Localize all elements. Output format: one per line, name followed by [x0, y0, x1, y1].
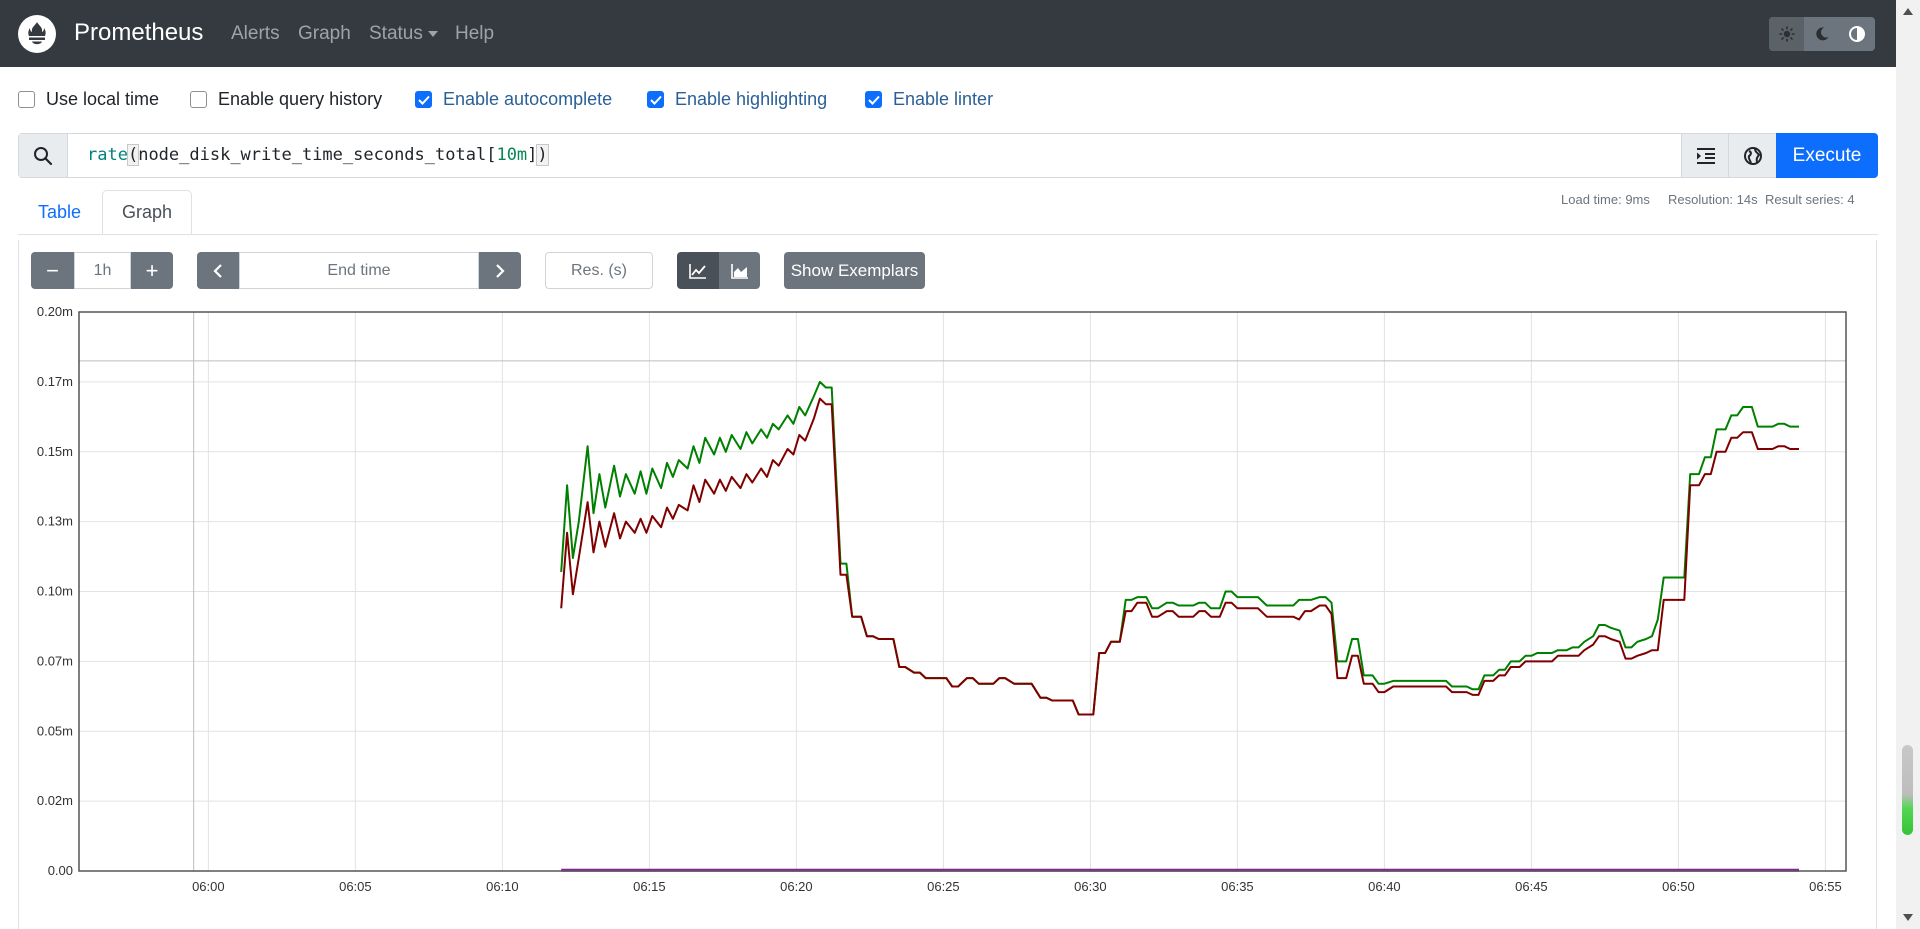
stacked-chart-button[interactable]: [719, 252, 760, 289]
x-tick-label: 06:25: [927, 879, 960, 894]
series-line-1: [560, 397, 1799, 716]
tabs-divider: [18, 234, 1878, 235]
chevron-right-icon: [496, 263, 505, 278]
scrollbar-thumb[interactable]: [1902, 745, 1913, 835]
nav-link-status[interactable]: Status: [369, 23, 438, 45]
option-enable-query-history[interactable]: Enable query history: [190, 89, 382, 110]
moon-icon: [1816, 27, 1829, 41]
y-tick-label: 0.15m: [37, 444, 73, 459]
theme-auto-button[interactable]: [1840, 17, 1875, 51]
chevron-left-icon: [213, 263, 222, 278]
result-series-stat: Result series: 4: [1765, 192, 1855, 207]
tab-graph[interactable]: Graph: [102, 190, 192, 235]
y-tick-label: 0.05m: [37, 723, 73, 738]
query-function: rate: [87, 145, 128, 165]
check-icon: [417, 95, 430, 105]
nav-link-help[interactable]: Help: [455, 23, 494, 45]
y-tick-label: 0.10m: [37, 584, 73, 599]
prometheus-logo-icon[interactable]: [18, 15, 56, 53]
query-input-group: rate(node_disk_write_time_seconds_total[…: [18, 133, 1878, 178]
brand-title[interactable]: Prometheus: [74, 19, 203, 47]
end-time-input[interactable]: End time: [239, 252, 479, 289]
graph-chart[interactable]: 0.00 0.02m 0.05m 0.07m 0.10m 0.13m 0.15m 0.17m 0…: [0, 300, 1880, 929]
x-tick-label: 06:20: [780, 879, 813, 894]
area-chart-icon: [730, 263, 748, 279]
search-icon: [34, 146, 53, 165]
checkbox-enable-highlighting[interactable]: [647, 91, 664, 108]
x-tick-label: 06:40: [1368, 879, 1401, 894]
query-metric: node_disk_write_time_seconds_total: [138, 145, 487, 165]
y-tick-label: 0.07m: [37, 653, 73, 668]
checkbox-enable-linter[interactable]: [865, 91, 882, 108]
tab-table[interactable]: Table: [18, 190, 101, 235]
decrease-range-button[interactable]: −: [31, 252, 74, 289]
option-label: Enable autocomplete: [443, 89, 613, 109]
previous-time-button[interactable]: [197, 252, 239, 289]
nav-link-graph[interactable]: Graph: [298, 23, 351, 45]
execute-button[interactable]: Execute: [1776, 133, 1878, 178]
x-tick-label: 06:00: [192, 879, 225, 894]
option-enable-linter[interactable]: Enable linter: [865, 89, 993, 110]
option-label: Enable linter: [893, 89, 994, 109]
option-label: Enable query history: [218, 89, 383, 109]
query-range: 10m: [496, 145, 528, 165]
format-expression-button[interactable]: [1681, 134, 1729, 177]
option-use-local-time[interactable]: Use local time: [18, 89, 159, 110]
x-tick-label: 06:30: [1074, 879, 1107, 894]
resolution-stat: Resolution: 14s: [1668, 192, 1758, 207]
load-time-stat: Load time: 9ms: [1561, 192, 1650, 207]
option-enable-autocomplete[interactable]: Enable autocomplete: [415, 89, 612, 110]
unstacked-chart-button[interactable]: [677, 252, 719, 289]
nav-link-status-label: Status: [369, 23, 423, 44]
query-expression-input[interactable]: rate(node_disk_write_time_seconds_total[…: [87, 144, 549, 166]
sun-icon: [1778, 26, 1795, 42]
y-tick-label: 0.17m: [37, 374, 73, 389]
y-tick-label: 0.00: [48, 863, 73, 878]
search-icon-box: [19, 134, 68, 177]
y-tick-label: 0.20m: [37, 304, 73, 319]
checkbox-enable-query-history[interactable]: [190, 91, 207, 108]
checkbox-use-local-time[interactable]: [18, 91, 35, 108]
y-tick-label: 0.13m: [37, 514, 73, 529]
x-tick-label: 06:35: [1221, 879, 1254, 894]
theme-light-button[interactable]: [1769, 17, 1805, 51]
theme-toggle-group: [1769, 17, 1875, 51]
nav-link-alerts[interactable]: Alerts: [231, 23, 280, 45]
option-label: Enable highlighting: [675, 89, 828, 109]
check-icon: [867, 95, 880, 105]
scroll-up-icon[interactable]: [1903, 8, 1913, 15]
check-icon: [649, 95, 662, 105]
theme-dark-button[interactable]: [1804, 17, 1839, 51]
chevron-down-icon: [427, 30, 438, 37]
x-tick-label: 06:15: [633, 879, 666, 894]
metrics-explorer-button[interactable]: [1728, 134, 1776, 177]
x-tick-label: 06:10: [486, 879, 519, 894]
x-tick-label: 06:50: [1662, 879, 1695, 894]
x-tick-label: 06:45: [1515, 879, 1548, 894]
globe-icon: [1743, 146, 1762, 165]
range-input[interactable]: 1h: [74, 252, 131, 289]
increase-range-button[interactable]: +: [131, 252, 173, 289]
x-tick-label: 06:55: [1809, 879, 1842, 894]
indent-icon: [1696, 147, 1715, 164]
checkbox-enable-autocomplete[interactable]: [415, 91, 432, 108]
navbar: Prometheus Alerts Graph Status Help: [0, 0, 1896, 67]
next-time-button[interactable]: [479, 252, 521, 289]
show-exemplars-button[interactable]: Show Exemplars: [784, 252, 925, 289]
option-enable-highlighting[interactable]: Enable highlighting: [647, 89, 827, 110]
series-line-0: [560, 380, 1799, 716]
scroll-down-icon[interactable]: [1903, 914, 1913, 921]
x-tick-label: 06:05: [339, 879, 372, 894]
contrast-icon: [1849, 26, 1866, 42]
y-tick-label: 0.02m: [37, 793, 73, 808]
line-chart-icon: [689, 263, 706, 279]
option-label: Use local time: [46, 89, 160, 109]
resolution-input[interactable]: Res. (s): [545, 252, 653, 289]
page-scrollbar[interactable]: [1896, 0, 1920, 929]
